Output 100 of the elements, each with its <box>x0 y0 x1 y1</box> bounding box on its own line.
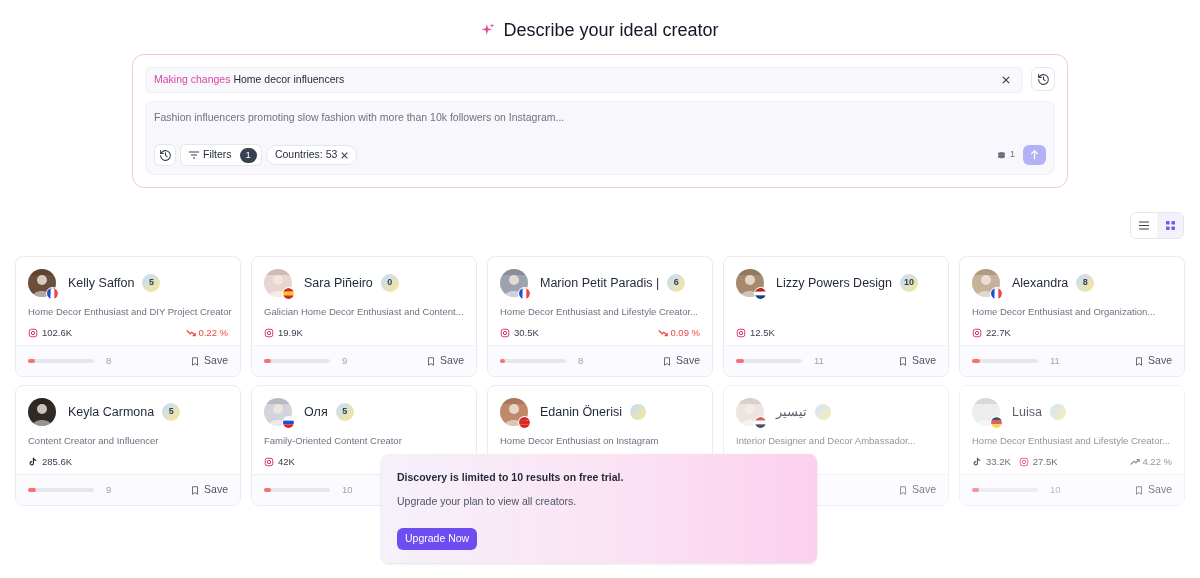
score-value: 8 <box>106 353 112 368</box>
creator-bio: Home Decor Enthusiast and Organization... <box>972 304 1156 319</box>
bookmark-icon <box>1134 355 1145 367</box>
page-title: Describe your ideal creator <box>503 18 719 42</box>
close-button[interactable] <box>1002 76 1010 84</box>
instagram-icon <box>264 457 274 467</box>
tier-badge: 5 <box>142 274 161 292</box>
history-button[interactable] <box>1031 67 1055 91</box>
creator-bio: Home Decor Enthusiast and Lifestyle Creator... <box>500 304 698 319</box>
save-button[interactable]: Save <box>898 482 936 498</box>
bookmark-icon <box>662 355 673 367</box>
score-value: 10 <box>342 482 353 497</box>
countries-chip[interactable]: Countries: 53 <box>265 145 358 165</box>
tier-badge: 8 <box>1076 274 1095 292</box>
follower-count: 285.6K <box>42 454 73 469</box>
creator-name: Luisa <box>1012 403 1042 421</box>
creator-bio: Home Decor Enthusiast on Instagram <box>500 433 659 448</box>
save-button[interactable]: Save <box>898 353 936 369</box>
score-value: 9 <box>342 353 348 368</box>
creator-bio: Galician Home Decor Enthusiast and Content... <box>264 304 464 319</box>
close-icon <box>1002 76 1010 84</box>
flag-icon <box>755 417 766 428</box>
flag-icon <box>283 417 294 428</box>
grid-view-button[interactable] <box>1157 213 1183 238</box>
creator-name: Sara Piñeiro <box>304 274 373 292</box>
instagram-icon <box>736 328 746 338</box>
score-value: 8 <box>578 353 584 368</box>
follower-count: 22.7K <box>986 325 1011 340</box>
creator-bio: Interior Designer and Decor Ambassador... <box>736 433 916 448</box>
instagram-icon <box>500 328 510 338</box>
creator-bio: Home Decor Enthusiast and Lifestyle Creator... <box>972 433 1170 448</box>
save-button[interactable]: Save <box>1134 482 1172 498</box>
tier-badge-icon <box>1049 404 1066 420</box>
score-value: 11 <box>814 353 824 368</box>
creator-name: Kelly Saffon <box>68 274 135 292</box>
upgrade-button[interactable]: Upgrade Now <box>397 527 478 550</box>
save-button[interactable]: Save <box>662 353 700 369</box>
tier-badge: 5 <box>162 403 181 421</box>
flag-icon <box>519 288 530 299</box>
tier-badge: 0 <box>380 274 399 292</box>
tiktok-icon <box>28 457 38 467</box>
bookmark-icon <box>190 484 201 496</box>
flag-icon <box>755 288 766 299</box>
tier-badge: 5 <box>335 403 354 421</box>
creator-bio: Family-Oriented Content Creator <box>264 433 402 448</box>
flag-icon <box>991 417 1002 428</box>
trend-up-icon <box>1130 458 1141 466</box>
tiktok-icon <box>972 457 982 467</box>
creator-name: Marion Petit Paradis | <box>540 274 660 292</box>
creator-name: Lizzy Powers Design <box>776 274 892 292</box>
filter-icon <box>189 151 199 159</box>
upgrade-text: Upgrade your plan to view all creators. <box>397 493 577 509</box>
history-icon <box>1036 72 1050 86</box>
filter-count: 1 <box>239 147 257 163</box>
creator-bio: Content Creator and Influencer <box>28 433 159 448</box>
creator-name: تيسير <box>776 403 807 421</box>
history-icon <box>158 148 172 162</box>
follower-count: 33.2K <box>986 454 1011 469</box>
growth-rate: 4.22 % <box>1142 454 1172 469</box>
flag-icon <box>519 417 530 428</box>
tier-badge-icon <box>815 404 831 420</box>
score-value: 11 <box>1050 353 1060 368</box>
follower-count: 42K <box>278 454 295 469</box>
creator-name: Keyla Carmona <box>68 403 155 421</box>
instagram-icon <box>1018 457 1029 467</box>
follower-count: 27.5K <box>1032 454 1058 469</box>
close-icon <box>341 151 349 159</box>
save-button[interactable]: Save <box>190 353 228 369</box>
follower-count: 12.5K <box>750 325 775 340</box>
score-value: 9 <box>106 482 112 497</box>
creator-name: Alexandra <box>1012 274 1069 292</box>
growth-rate: 0.09 % <box>670 325 700 340</box>
upgrade-title: Discovery is limited to 10 results on free trial. <box>397 470 624 485</box>
save-button[interactable]: Save <box>426 353 464 369</box>
tier-badge: 6 <box>667 274 686 292</box>
tier-badge-icon <box>630 404 646 420</box>
instagram-icon <box>28 328 38 338</box>
sparkle-icon <box>481 23 496 37</box>
follower-count: 102.6K <box>42 325 73 340</box>
follower-count: 19.9K <box>278 325 303 340</box>
history-button[interactable] <box>154 144 176 166</box>
creator-name: Оля <box>304 403 328 421</box>
editing-text: Making changes Home decor influencers <box>154 72 345 88</box>
save-button[interactable]: Save <box>190 482 228 498</box>
bookmark-icon <box>190 355 201 367</box>
trend-down-icon <box>186 329 197 337</box>
score-value: 10 <box>1050 482 1061 497</box>
trend-down-icon <box>658 329 669 337</box>
coins-icon <box>997 150 1006 160</box>
growth-rate: 0.22 % <box>198 325 228 340</box>
prompt-field[interactable]: Fashion influencers promoting slow fashion with more than 10k followers on Instagram... <box>154 110 1046 126</box>
filters-button[interactable]: Filters 1 <box>180 144 262 166</box>
grid-icon <box>1165 221 1175 230</box>
bookmark-icon <box>898 355 909 367</box>
instagram-icon <box>264 328 274 338</box>
creator-bio: Home Decor Enthusiast and DIY Project Creator <box>28 304 232 319</box>
bookmark-icon <box>1134 484 1145 496</box>
save-button[interactable]: Save <box>1134 353 1172 369</box>
bookmark-icon <box>898 484 909 496</box>
flag-icon <box>991 288 1002 299</box>
